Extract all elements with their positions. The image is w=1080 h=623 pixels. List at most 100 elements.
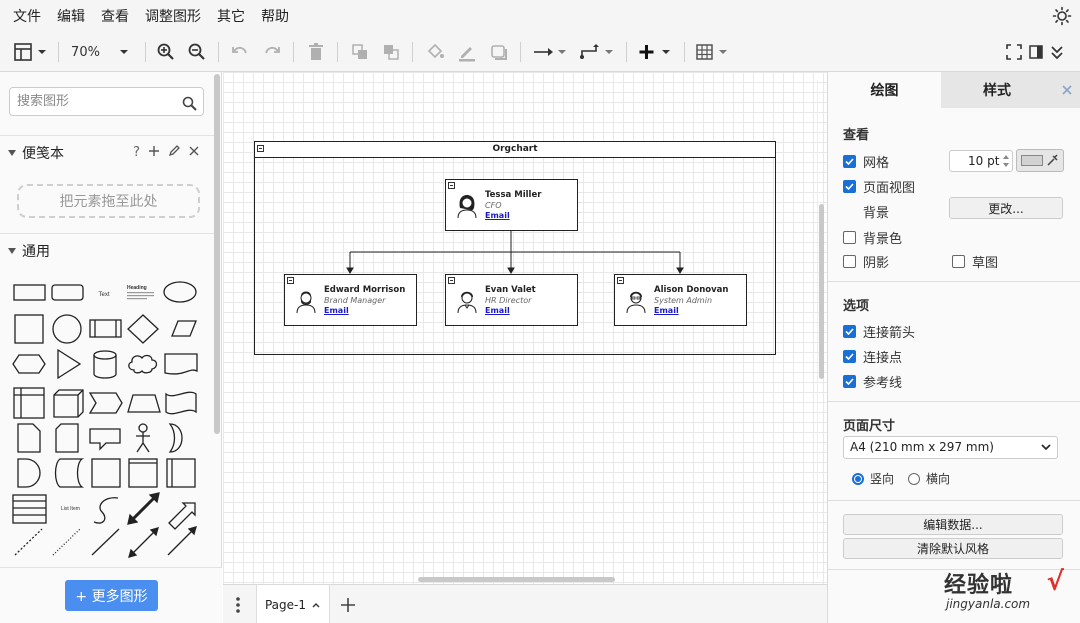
panels-toggle-icon[interactable] (12, 40, 48, 64)
shape-triangle[interactable] (57, 348, 82, 380)
shape-actor[interactable] (136, 423, 150, 453)
shape-trapezoid[interactable] (127, 394, 161, 413)
shape-bidirectional-connector[interactable] (128, 527, 159, 558)
tab-style[interactable]: 样式 (941, 72, 1053, 108)
grid-checkbox[interactable]: 网格 (843, 152, 889, 171)
waypoint-style-icon[interactable] (579, 40, 615, 64)
shape-bidirectional-arrow[interactable] (127, 492, 160, 525)
shape-textbox[interactable]: Heading (127, 285, 154, 300)
shape-cube[interactable] (53, 389, 84, 418)
orgchart-container[interactable]: Orgchart Tessa Miller CFO Email Edward M… (254, 141, 776, 355)
close-panel-icon[interactable] (1053, 72, 1080, 108)
shape-callout[interactable] (89, 428, 121, 451)
change-background-button[interactable]: 更改... (949, 197, 1063, 219)
scratchpad-dropzone[interactable]: 把元素拖至此处 (17, 184, 200, 218)
add-icon[interactable] (148, 145, 160, 161)
horizontal-scrollbar[interactable] (418, 577, 615, 582)
fill-color-icon[interactable] (424, 40, 446, 64)
connection-style-icon[interactable] (532, 40, 568, 64)
table-icon[interactable] (695, 40, 731, 64)
menu-view[interactable]: 查看 (101, 6, 129, 26)
email-link[interactable]: Email (485, 211, 510, 220)
shadow-icon[interactable] (488, 40, 510, 64)
delete-icon[interactable] (305, 40, 327, 64)
collapse-toolbar-icon[interactable] (1047, 40, 1067, 64)
menu-edit[interactable]: 编辑 (57, 6, 85, 26)
shape-document[interactable] (164, 353, 198, 375)
page-size-select[interactable]: A4 (210 mm x 297 mm) (843, 436, 1058, 459)
format-panel-icon[interactable] (1026, 40, 1046, 64)
fullscreen-icon[interactable] (1004, 40, 1024, 64)
undo-icon[interactable] (229, 40, 251, 64)
sketch-checkbox[interactable]: 草图 (952, 252, 998, 271)
shape-cylinder[interactable] (93, 350, 117, 379)
to-front-icon[interactable] (349, 40, 371, 64)
collapse-toggle-icon[interactable] (287, 277, 294, 284)
shape-dotted-line[interactable] (52, 528, 81, 556)
clear-default-style-button[interactable]: 清除默认风格 (843, 538, 1063, 559)
shape-note[interactable] (17, 423, 41, 453)
shape-tape[interactable] (165, 391, 197, 415)
zoom-dropdown[interactable]: 70% (70, 40, 135, 64)
edit-pencil-icon[interactable] (168, 144, 180, 161)
shape-curve[interactable] (93, 497, 119, 524)
stepper-arrows-icon[interactable] (1002, 153, 1010, 169)
email-link[interactable]: Email (324, 306, 349, 315)
shape-cloud[interactable] (128, 354, 158, 374)
zoom-in-icon[interactable] (155, 40, 177, 64)
shape-container[interactable] (128, 458, 158, 488)
shape-swimlane[interactable] (166, 458, 196, 488)
search-icon[interactable] (182, 94, 197, 121)
grid-size-input[interactable]: 10 pt (949, 150, 1013, 172)
tab-diagram[interactable]: 绘图 (828, 72, 941, 108)
email-link[interactable]: Email (654, 306, 679, 315)
to-back-icon[interactable] (380, 40, 402, 64)
menu-help[interactable]: 帮助 (261, 6, 289, 26)
general-header[interactable]: 通用 (0, 233, 214, 267)
page-tab[interactable]: Page-1 (256, 585, 330, 623)
shadow-checkbox[interactable]: 阴影 (843, 252, 889, 271)
email-link[interactable]: Email (485, 306, 510, 315)
diagram-canvas[interactable]: Orgchart Tessa Miller CFO Email Edward M… (223, 72, 827, 584)
org-card-report[interactable]: Alison Donovan System Admin Email (614, 274, 747, 326)
shape-square[interactable] (14, 314, 44, 344)
shape-process[interactable] (89, 319, 122, 338)
background-color-checkbox[interactable]: 背景色 (843, 228, 902, 247)
shape-hexagon[interactable] (12, 354, 46, 374)
portrait-radio[interactable]: 竖向 (852, 470, 894, 487)
edit-data-button[interactable]: 编辑数据... (843, 514, 1063, 535)
shape-internal-storage[interactable] (13, 387, 45, 419)
add-page-icon[interactable] (340, 594, 356, 618)
shape-arrow[interactable] (168, 502, 196, 530)
shape-delay[interactable] (17, 458, 41, 488)
org-card-cfo[interactable]: Tessa Miller CFO Email (445, 179, 578, 231)
shape-list-item[interactable]: List Item (61, 506, 80, 512)
scratchpad-header[interactable]: 便笺本 ? (0, 135, 214, 169)
page-view-checkbox[interactable]: 页面视图 (843, 177, 915, 196)
shape-text[interactable]: Text (98, 292, 109, 298)
org-card-report[interactable]: Edward Morrison Brand Manager Email (284, 274, 417, 326)
shape-or[interactable] (168, 423, 183, 453)
collapse-toggle-icon[interactable] (448, 277, 455, 284)
sidebar-scrollbar[interactable] (214, 74, 220, 434)
page-menu-icon[interactable] (235, 596, 241, 618)
shape-diamond[interactable] (127, 314, 159, 344)
shape-dashed-line[interactable] (14, 528, 43, 556)
menu-file[interactable]: 文件 (13, 6, 41, 26)
more-shapes-button[interactable]: + 更多图形 (65, 580, 158, 611)
search-input[interactable]: 搜索图形 (9, 87, 204, 116)
help-icon[interactable]: ? (133, 145, 140, 161)
connection-points-checkbox[interactable]: 连接点 (843, 347, 902, 366)
zoom-out-icon[interactable] (186, 40, 208, 64)
shape-data-storage[interactable] (54, 458, 85, 488)
shape-circle[interactable] (52, 314, 82, 344)
vertical-scrollbar[interactable] (819, 204, 824, 379)
menu-arrange[interactable]: 调整图形 (145, 6, 201, 26)
shape-rectangle[interactable] (13, 284, 46, 301)
shape-ellipse[interactable] (163, 281, 197, 303)
shape-rounded-rectangle[interactable] (51, 284, 84, 301)
menu-extras[interactable]: 其它 (217, 6, 245, 26)
connection-arrows-checkbox[interactable]: 连接箭头 (843, 322, 915, 341)
shape-directional-connector[interactable] (167, 526, 197, 556)
collapse-toggle-icon[interactable] (448, 182, 455, 189)
